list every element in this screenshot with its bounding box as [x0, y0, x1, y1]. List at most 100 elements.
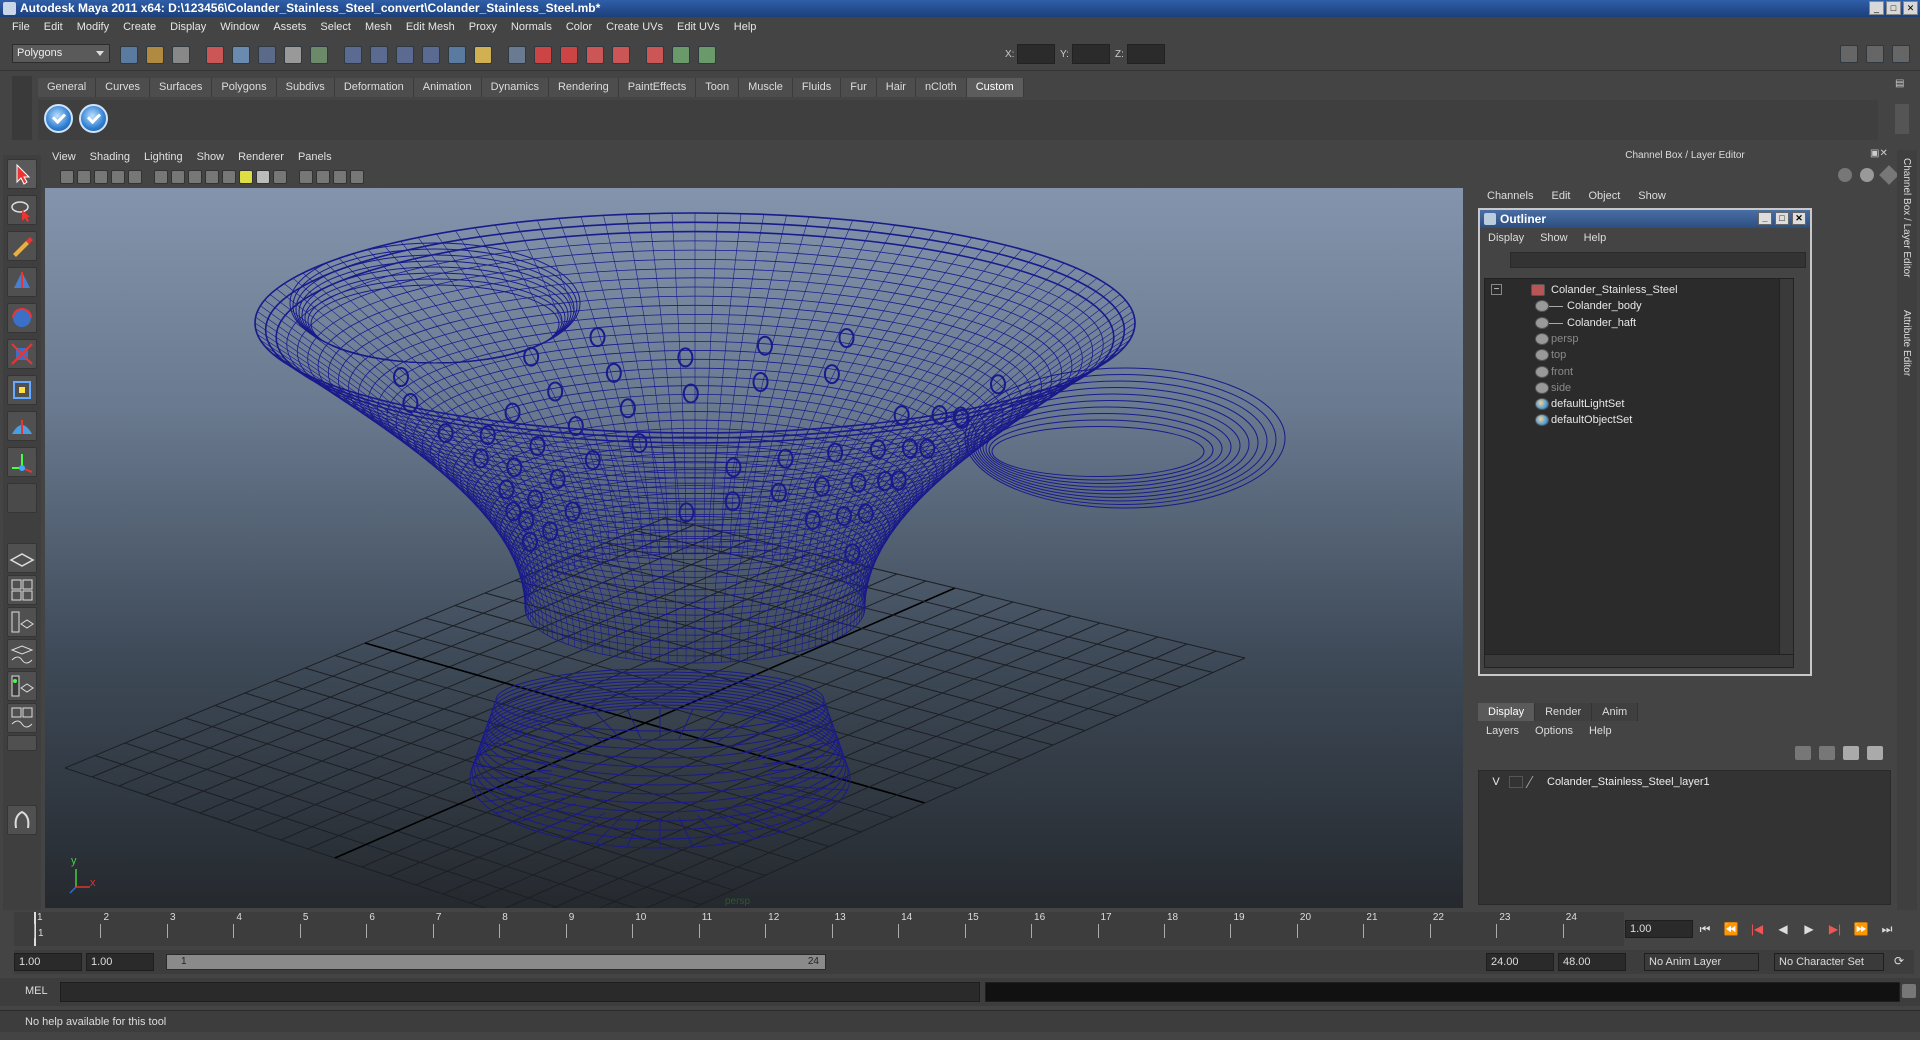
- check-shelf-button-2-icon[interactable]: [79, 104, 108, 133]
- outliner-vertical-scrollbar[interactable]: [1779, 279, 1793, 660]
- soft-modification-icon[interactable]: [7, 411, 37, 441]
- move-tool-icon[interactable]: [7, 267, 37, 297]
- use-lights-icon[interactable]: [239, 170, 253, 184]
- menu-window[interactable]: Window: [213, 21, 266, 33]
- outliner-horizontal-scrollbar[interactable]: [1484, 654, 1794, 668]
- shelf-tab-dynamics[interactable]: Dynamics: [481, 78, 549, 97]
- lasso-tool-icon[interactable]: [7, 195, 37, 225]
- history-icon[interactable]: [474, 46, 492, 64]
- snap-point-icon[interactable]: [396, 46, 414, 64]
- layer-row[interactable]: V Colander_Stainless_Steel_layer1: [1479, 773, 1890, 791]
- playback-end-field[interactable]: 24.00: [1486, 953, 1554, 971]
- highlight-selection-icon[interactable]: [310, 46, 328, 64]
- channel-box-lock-icon[interactable]: [1860, 168, 1874, 182]
- channel-box-menu-show[interactable]: Show: [1629, 188, 1675, 204]
- outliner-item[interactable]: Colander_haft: [1485, 314, 1775, 332]
- show-hide-attribute-editor-icon[interactable]: [1840, 45, 1858, 63]
- shelf-tab-polygons[interactable]: Polygons: [212, 78, 277, 97]
- maximize-button[interactable]: □: [1886, 1, 1901, 15]
- move-layer-up-icon[interactable]: [1795, 746, 1811, 760]
- current-time-field[interactable]: 1.00: [1625, 920, 1693, 938]
- open-scene-icon[interactable]: [146, 46, 164, 64]
- go-to-end-button[interactable]: ⏭: [1877, 921, 1897, 937]
- rotate-tool-icon[interactable]: [7, 303, 37, 333]
- outliner-item[interactable]: top: [1485, 346, 1775, 364]
- coord-y-input[interactable]: [1072, 44, 1110, 64]
- output-ops-icon[interactable]: [560, 46, 578, 64]
- panel-menu-show[interactable]: Show: [190, 148, 232, 166]
- menu-color[interactable]: Color: [559, 21, 599, 33]
- layer-tab-anim[interactable]: Anim: [1592, 703, 1639, 721]
- outliner-menu-help[interactable]: Help: [1584, 232, 1615, 244]
- shelf-tab-muscle[interactable]: Muscle: [739, 78, 793, 97]
- film-gate-icon[interactable]: [350, 170, 364, 184]
- attribute-editor-side-tab[interactable]: Attribute Editor: [1901, 310, 1912, 376]
- new-empty-layer-icon[interactable]: [1843, 746, 1859, 760]
- grease-pencil-icon[interactable]: [128, 170, 142, 184]
- shelf-tab-curves[interactable]: Curves: [96, 78, 150, 97]
- anim-layer-dropdown[interactable]: No Anim Layer: [1644, 953, 1759, 971]
- menu-edit[interactable]: Edit: [37, 21, 70, 33]
- show-hide-channel-box-icon[interactable]: [1892, 45, 1910, 63]
- menu-create-uvs[interactable]: Create UVs: [599, 21, 670, 33]
- step-back-frame-button[interactable]: |◀: [1747, 921, 1767, 937]
- command-language-label[interactable]: MEL: [25, 985, 48, 997]
- script-editor-icon[interactable]: [1902, 984, 1916, 998]
- persp-graph-layout-icon[interactable]: [7, 639, 37, 669]
- step-back-key-button[interactable]: ⏪: [1721, 921, 1741, 937]
- outliner-item[interactable]: front: [1485, 363, 1775, 381]
- menu-assets[interactable]: Assets: [266, 21, 313, 33]
- construction-icon[interactable]: [508, 46, 526, 64]
- lock-selection-icon[interactable]: [284, 46, 302, 64]
- close-button[interactable]: ✕: [1903, 1, 1918, 15]
- channel-box-menu-edit[interactable]: Edit: [1542, 188, 1579, 204]
- image-plane-icon[interactable]: [94, 170, 108, 184]
- camera-attributes-icon[interactable]: [60, 170, 74, 184]
- shelf-scroll-icon[interactable]: [1895, 104, 1909, 134]
- render-settings-icon[interactable]: [646, 46, 664, 64]
- layer-tab-render[interactable]: Render: [1535, 703, 1593, 721]
- menu-proxy[interactable]: Proxy: [462, 21, 504, 33]
- smooth-shade-icon[interactable]: [188, 170, 202, 184]
- show-hypershade-icon[interactable]: [672, 46, 690, 64]
- default-material-icon[interactable]: [316, 170, 330, 184]
- sculpt-tool-icon[interactable]: [7, 805, 37, 835]
- panel-menu-renderer[interactable]: Renderer: [231, 148, 291, 166]
- channel-box-options-icon[interactable]: [1838, 168, 1852, 182]
- menu-modify[interactable]: Modify: [70, 21, 116, 33]
- outliner-minimize-button[interactable]: _: [1758, 212, 1772, 225]
- menu-help[interactable]: Help: [727, 21, 764, 33]
- layout-options-icon[interactable]: [7, 735, 37, 751]
- menu-edit-uvs[interactable]: Edit UVs: [670, 21, 727, 33]
- resolution-gate-icon[interactable]: [333, 170, 347, 184]
- step-forward-key-button[interactable]: ⏩: [1851, 921, 1871, 937]
- ipr-render-icon[interactable]: [612, 46, 630, 64]
- snap-grid-icon[interactable]: [344, 46, 362, 64]
- minimize-button[interactable]: _: [1869, 1, 1884, 15]
- outliner-item[interactable]: Colander_Stainless_Steel −: [1485, 281, 1775, 299]
- save-scene-icon[interactable]: [172, 46, 190, 64]
- input-ops-icon[interactable]: [534, 46, 552, 64]
- playback-start-field[interactable]: 1.00: [86, 953, 154, 971]
- menu-select[interactable]: Select: [313, 21, 358, 33]
- outliner-close-button[interactable]: ✕: [1792, 212, 1806, 225]
- shelf-tab-animation[interactable]: Animation: [413, 78, 482, 97]
- four-pane-layout-icon[interactable]: [7, 575, 37, 605]
- isolate-select-icon[interactable]: [299, 170, 313, 184]
- outliner-item[interactable]: persp: [1485, 330, 1775, 348]
- shelf-tab-subdivs[interactable]: Subdivs: [276, 78, 335, 97]
- shelf-tab-rendering[interactable]: Rendering: [548, 78, 619, 97]
- shelf-tab-deformation[interactable]: Deformation: [334, 78, 414, 97]
- outliner-item[interactable]: Colander_body: [1485, 297, 1775, 315]
- animation-start-field[interactable]: 1.00: [14, 953, 82, 971]
- channel-box-side-tab[interactable]: Channel Box / Layer Editor: [1901, 158, 1912, 278]
- channel-box-menu-channels[interactable]: Channels: [1478, 188, 1542, 204]
- menu-create[interactable]: Create: [116, 21, 163, 33]
- outliner-menu-show[interactable]: Show: [1540, 232, 1576, 244]
- layer-menu-layers[interactable]: Layers: [1478, 723, 1527, 739]
- shelf-tab-toon[interactable]: Toon: [696, 78, 740, 97]
- menu-normals[interactable]: Normals: [504, 21, 559, 33]
- show-hide-tool-settings-icon[interactable]: [1866, 45, 1884, 63]
- outliner-menu-display[interactable]: Display: [1488, 232, 1532, 244]
- bookmark-icon[interactable]: [77, 170, 91, 184]
